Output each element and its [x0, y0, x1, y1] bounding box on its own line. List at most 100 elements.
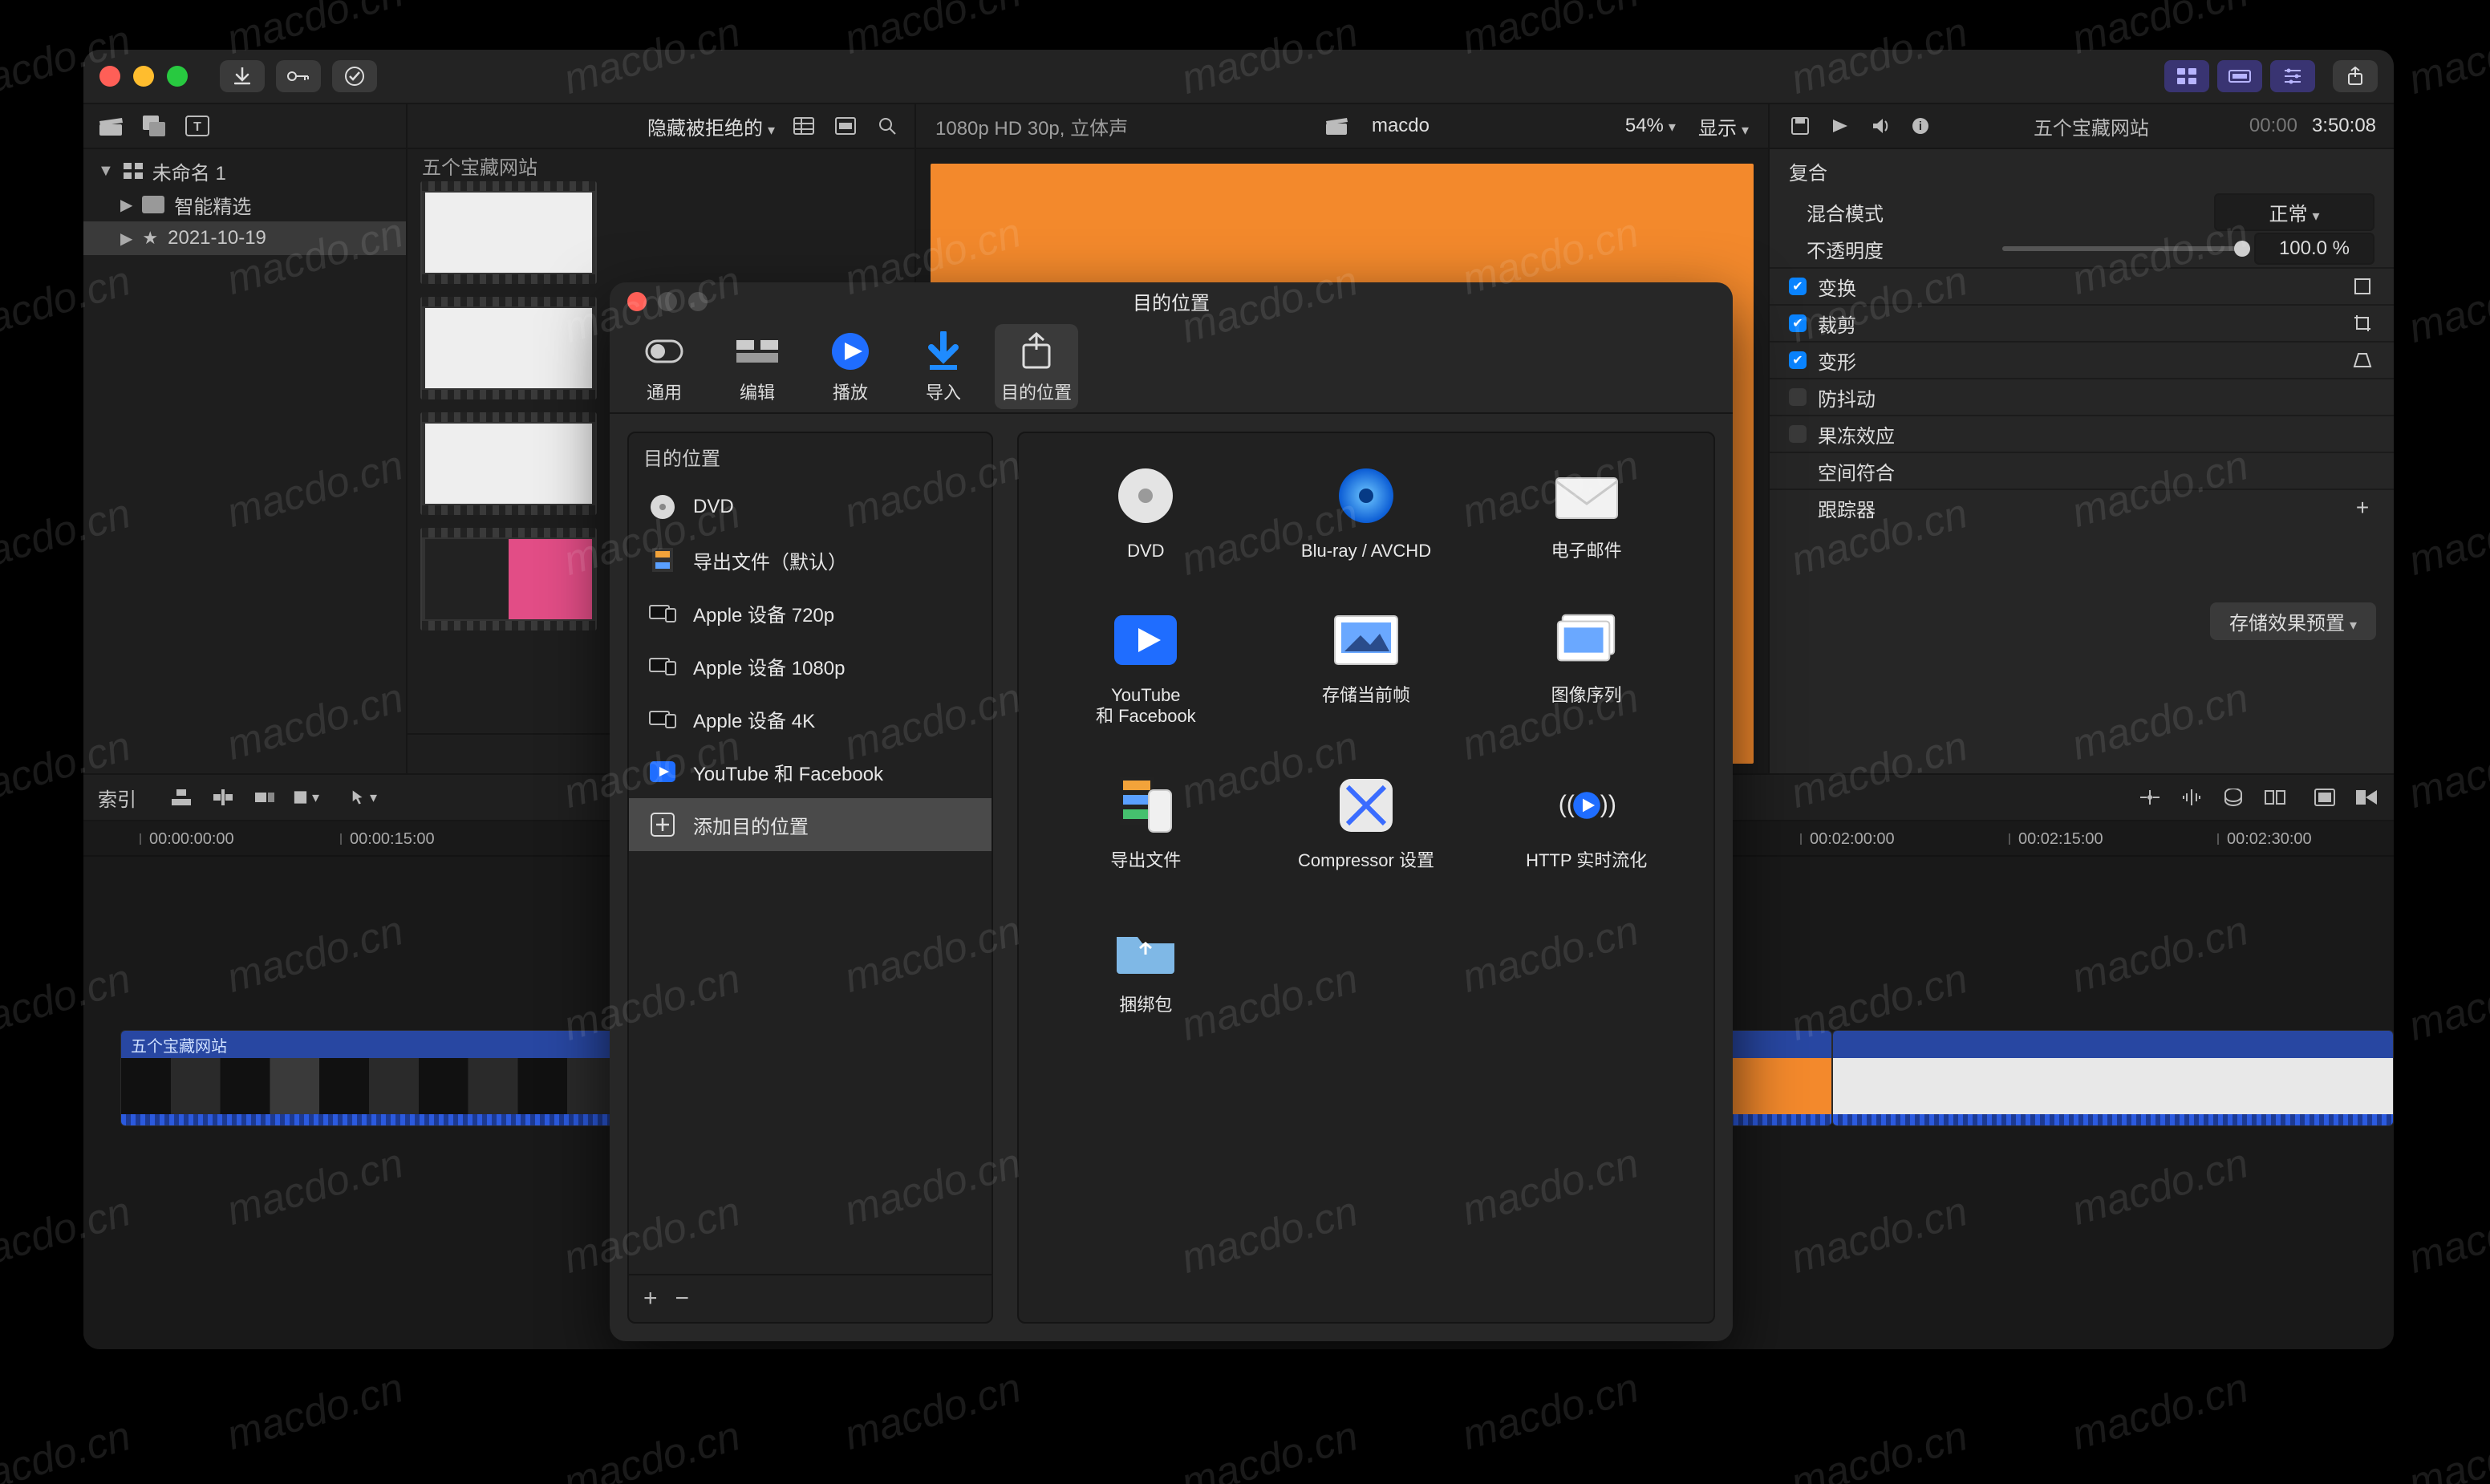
preferences-modal: 目的位置 通用 编辑 播放: [610, 282, 1733, 1341]
editing-timeline-icon: [735, 329, 780, 374]
stabilize-label: 防抖动: [1818, 383, 1876, 412]
timeline-toggle-button[interactable]: [2217, 60, 2262, 92]
opacity-slider[interactable]: [2002, 246, 2243, 251]
remove-destination-button[interactable]: −: [675, 1285, 690, 1312]
clip-appearance-icon[interactable]: [833, 113, 858, 139]
info-inspector-icon[interactable]: i: [1908, 113, 1933, 139]
distort-reset-icon[interactable]: [2350, 348, 2374, 372]
zoom-window-icon[interactable]: [167, 66, 188, 87]
smart-collection-row[interactable]: ▶ 智能精选: [83, 188, 406, 221]
destination-add[interactable]: 添加目的位置: [629, 798, 992, 851]
search-icon[interactable]: [874, 113, 900, 139]
event-row[interactable]: ▶ ★ 2021-10-19: [83, 221, 406, 255]
photos-media-icon[interactable]: [141, 113, 167, 139]
effects-browser-icon[interactable]: [2312, 785, 2338, 810]
timeline-clip[interactable]: 五个宝藏网站: [120, 1030, 618, 1126]
blend-mode-dropdown[interactable]: 正常: [2214, 193, 2374, 231]
filmstrip-thumb[interactable]: [420, 181, 597, 284]
transform-checkbox[interactable]: ✔: [1789, 278, 1807, 295]
add-destination-button[interactable]: +: [643, 1285, 658, 1312]
snapping-icon[interactable]: [2262, 785, 2288, 810]
skimming-icon[interactable]: [2137, 785, 2163, 810]
dest-youtube-facebook[interactable]: YouTube 和 Facebook: [1048, 606, 1244, 727]
tab-import[interactable]: 导入: [902, 324, 985, 409]
dest-http-live[interactable]: (()) HTTP 实时流化: [1488, 772, 1685, 871]
overwrite-clip-icon[interactable]: [294, 785, 319, 810]
library-clapperboard-icon[interactable]: [98, 113, 124, 139]
youtube-play-icon: [1112, 606, 1179, 674]
solo-icon[interactable]: [2220, 785, 2246, 810]
timeline-index-button[interactable]: 索引: [98, 784, 168, 812]
keyword-editor-button[interactable]: [276, 60, 321, 92]
dvd-disc-icon: [647, 491, 679, 523]
destination-apple-4k[interactable]: Apple 设备 4K: [629, 692, 992, 745]
dest-email[interactable]: 电子邮件: [1488, 462, 1685, 562]
modal-traffic-lights[interactable]: [627, 292, 708, 311]
timeline-clip[interactable]: [1832, 1030, 2394, 1126]
filter-dropdown[interactable]: 隐藏被拒绝的: [647, 112, 775, 140]
dest-image-sequence[interactable]: 图像序列: [1488, 606, 1685, 727]
disclosure-triangle-icon[interactable]: ▼: [98, 162, 114, 180]
tab-editing[interactable]: 编辑: [716, 324, 799, 409]
disclosure-triangle-icon[interactable]: ▶: [120, 229, 132, 249]
workspace-segmented-control[interactable]: [2164, 60, 2315, 92]
library-name: 未命名 1: [152, 157, 226, 185]
filmstrip-thumb[interactable]: [420, 528, 597, 630]
insert-clip-icon[interactable]: [210, 785, 236, 810]
share-destination-icon: [1014, 329, 1059, 374]
zoom-dropdown[interactable]: 54%: [1625, 115, 1676, 137]
tab-destinations[interactable]: 目的位置: [995, 324, 1078, 409]
dest-compressor[interactable]: Compressor 设置: [1268, 772, 1465, 871]
close-window-icon[interactable]: [99, 66, 120, 87]
transitions-browser-icon[interactable]: [2354, 785, 2379, 810]
titles-generators-icon[interactable]: T: [185, 113, 210, 139]
event-name: 2021-10-19: [168, 227, 266, 249]
timecode: 3:50:08: [2312, 115, 2376, 137]
ruler-tick: 00:02:30:00: [2227, 830, 2312, 849]
stabilize-checkbox[interactable]: [1789, 388, 1807, 406]
filmstrip-thumb[interactable]: [420, 412, 597, 515]
crop-checkbox[interactable]: ✔: [1789, 314, 1807, 332]
rolling-checkbox[interactable]: [1789, 425, 1807, 443]
project-name: macdo: [1372, 115, 1430, 137]
disclosure-triangle-icon[interactable]: ▶: [120, 195, 132, 215]
connect-clip-icon[interactable]: [168, 785, 194, 810]
modal-close-icon[interactable]: [627, 292, 647, 311]
share-button[interactable]: [2333, 60, 2378, 92]
import-media-button[interactable]: [220, 60, 265, 92]
view-dropdown[interactable]: 显示: [1698, 112, 1749, 140]
dest-export-file[interactable]: 导出文件: [1048, 772, 1244, 871]
destination-dvd[interactable]: DVD: [629, 480, 992, 533]
save-icon[interactable]: [1787, 113, 1813, 139]
image-frame-icon: [1332, 606, 1400, 674]
opacity-value[interactable]: 100.0 %: [2254, 233, 2374, 265]
video-inspector-icon[interactable]: [1827, 113, 1853, 139]
save-effect-preset-button[interactable]: 存储效果预置: [2210, 602, 2376, 640]
inspector-toggle-button[interactable]: [2270, 60, 2315, 92]
library-row[interactable]: ▼ 未命名 1: [83, 154, 406, 188]
audio-inspector-icon[interactable]: [1868, 113, 1893, 139]
destination-apple-720p[interactable]: Apple 设备 720p: [629, 586, 992, 639]
destination-youtube-facebook[interactable]: YouTube 和 Facebook: [629, 745, 992, 798]
arrow-tool-dropdown[interactable]: [351, 785, 377, 810]
list-view-icon[interactable]: [791, 113, 817, 139]
dest-save-frame[interactable]: 存储当前帧: [1268, 606, 1465, 727]
destination-apple-1080p[interactable]: Apple 设备 1080p: [629, 639, 992, 692]
destination-export-default[interactable]: 导出文件（默认）: [629, 533, 992, 586]
audio-skimming-icon[interactable]: [2179, 785, 2204, 810]
minimize-window-icon[interactable]: [133, 66, 154, 87]
browser-toggle-button[interactable]: [2164, 60, 2209, 92]
distort-checkbox[interactable]: ✔: [1789, 351, 1807, 369]
dest-bluray[interactable]: Blu-ray / AVCHD: [1268, 462, 1465, 562]
dest-bundle[interactable]: 捆绑包: [1048, 916, 1244, 1016]
filmstrip-thumb[interactable]: [420, 297, 597, 399]
background-tasks-button[interactable]: [332, 60, 377, 92]
tab-general[interactable]: 通用: [622, 324, 706, 409]
window-traffic-lights[interactable]: [99, 66, 209, 87]
add-tracker-icon[interactable]: +: [2350, 496, 2374, 520]
dest-dvd[interactable]: DVD: [1048, 462, 1244, 562]
append-clip-icon[interactable]: [252, 785, 278, 810]
transform-reset-icon[interactable]: [2350, 274, 2374, 298]
tab-playback[interactable]: 播放: [809, 324, 892, 409]
crop-reset-icon[interactable]: [2350, 311, 2374, 335]
